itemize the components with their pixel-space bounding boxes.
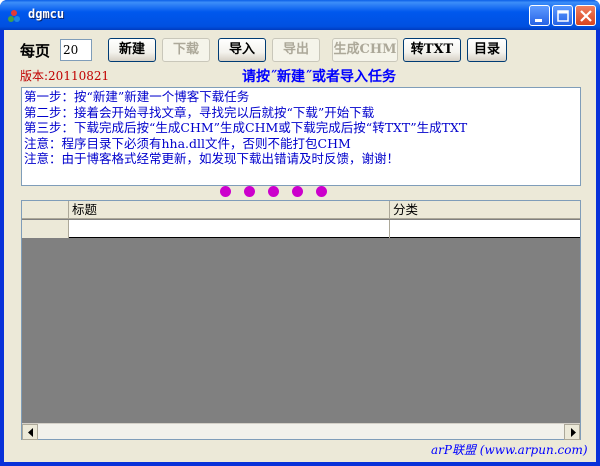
minimize-button[interactable]: [529, 5, 550, 26]
instruction-line: 第一步：按“新建”新建一个博客下载任务: [24, 89, 250, 104]
title-bar[interactable]: dgmcu: [0, 0, 600, 30]
per-page-label: 每页: [20, 42, 51, 60]
instruction-line: 第二步：接着会开始寻找文章，寻找完以后就按“下载”开始下载: [24, 104, 375, 120]
title-cell[interactable]: [69, 220, 390, 238]
export-button[interactable]: 导出: [272, 38, 320, 62]
prompt-text: 请按˝新建˝或者导入任务: [242, 69, 396, 85]
maximize-icon: [557, 10, 569, 22]
footer-link[interactable]: arP联盟 (www.arpun.com): [431, 441, 588, 458]
scroll-left-button[interactable]: [22, 424, 38, 440]
minimize-icon: [535, 19, 542, 22]
progress-dot: [316, 186, 327, 197]
arrow-right-icon: [571, 428, 576, 437]
row-selector[interactable]: [22, 220, 69, 238]
close-icon: [580, 10, 592, 22]
table-row[interactable]: [22, 220, 580, 238]
progress-dot: [244, 186, 255, 197]
per-page-input[interactable]: [60, 39, 92, 61]
instruction-line: 注意：程序目录下必须有hha.dll文件，否则不能打包CHM: [24, 135, 351, 151]
progress-dot: [292, 186, 303, 197]
app-icon[interactable]: [7, 8, 21, 22]
instructions-box[interactable]: 第一步：按“新建”新建一个博客下载任务 第二步：接着会开始寻找文章，寻找完以后就…: [21, 87, 581, 186]
close-button[interactable]: [575, 5, 596, 26]
instruction-line: 注意：由于博客格式经常更新，如发现下载出错请及时反馈，谢谢！: [24, 151, 400, 166]
import-button[interactable]: 导入: [218, 38, 266, 62]
scroll-right-button[interactable]: [564, 424, 580, 440]
download-button[interactable]: 下载: [162, 38, 210, 62]
column-header-rowmark[interactable]: [22, 201, 69, 219]
column-header-title[interactable]: 标题: [69, 201, 390, 219]
generate-chm-button[interactable]: 生成CHM: [332, 38, 398, 62]
horizontal-scrollbar[interactable]: [22, 423, 580, 440]
version-label: 版本:20110821: [20, 69, 110, 83]
client-area: 每页 新建 下载 导入 导出 生成CHM 转TXT 目录 版本:20110821…: [4, 30, 596, 462]
category-cell[interactable]: [390, 220, 580, 238]
app-window: dgmcu 每页 新建 下载 导入 导出 生成CHM 转TXT 目录 版本:20…: [0, 0, 600, 466]
toc-button[interactable]: 目录: [467, 38, 507, 62]
new-button[interactable]: 新建: [108, 38, 156, 62]
column-header-category[interactable]: 分类: [390, 201, 580, 219]
progress-dot: [220, 186, 231, 197]
convert-txt-button[interactable]: 转TXT: [403, 38, 461, 62]
progress-dot: [268, 186, 279, 197]
instruction-line: 第三步：下载完成后按“生成CHM”生成CHM或下载完成后按“转TXT”生成TXT: [24, 120, 468, 135]
grid-header: 标题 分类: [22, 201, 580, 219]
arrow-left-icon: [28, 428, 33, 437]
window-title: dgmcu: [28, 7, 65, 21]
maximize-button[interactable]: [552, 5, 573, 26]
task-grid[interactable]: 标题 分类: [21, 200, 581, 440]
